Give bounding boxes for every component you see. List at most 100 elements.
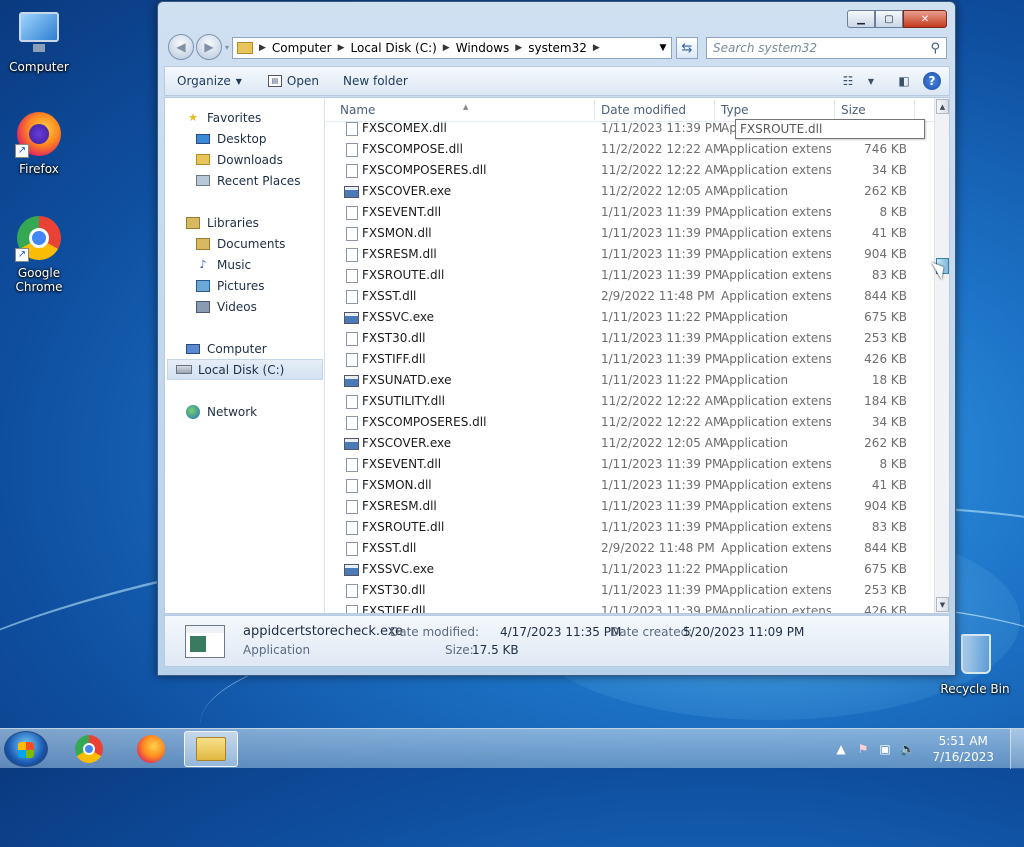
address-bar[interactable]: ▶ Computer ▶ Local Disk (C:) ▶ Windows ▶… (232, 37, 672, 59)
change-view-button[interactable]: ☷ (835, 70, 861, 92)
file-row[interactable]: FXST30.dll 1/11/2023 11:39 PM Application … (326, 580, 934, 601)
back-button[interactable]: ◀ (168, 34, 194, 60)
taskbar-firefox[interactable] (124, 731, 178, 767)
file-type: Application extens... (721, 394, 831, 408)
show-hidden-icons-button[interactable]: ▲ (834, 742, 848, 756)
file-row[interactable]: FXSRESM.dll 1/11/2023 11:39 PM Application… (326, 244, 934, 265)
nav-documents[interactable]: Documents (195, 233, 285, 254)
show-desktop-button[interactable] (1010, 729, 1024, 769)
file-row[interactable]: FXSSVC.exe 1/11/2023 11:22 PM Application 6… (326, 307, 934, 328)
file-row[interactable]: FXSEVENT.dll 1/11/2023 11:39 PM Applicatio… (326, 202, 934, 223)
breadcrumb-system32[interactable]: system32 (528, 41, 587, 55)
file-row[interactable]: FXSUNATD.exe 1/11/2023 11:22 PM Applicatio… (326, 370, 934, 391)
column-header-name[interactable]: Name (340, 103, 375, 117)
file-name: FXSUNATD.exe (362, 373, 452, 387)
refresh-button[interactable]: ⇆ (676, 37, 698, 59)
file-name: FXSCOMPOSERES.dll (362, 163, 487, 177)
address-dropdown-icon[interactable]: ▼ (655, 43, 671, 53)
scroll-down-button[interactable]: ▼ (936, 597, 949, 612)
pictures-icon (195, 279, 211, 293)
nav-libraries[interactable]: Libraries (185, 212, 259, 233)
forward-button[interactable]: ▶ (196, 34, 222, 60)
file-row[interactable]: FXSEVENT.dll 1/11/2023 11:39 PM Applicatio… (326, 454, 934, 475)
column-header-date[interactable]: Date modified (601, 103, 686, 117)
search-icon[interactable]: ⚲ (930, 41, 940, 56)
file-row[interactable]: FXSSVC.exe 1/11/2023 11:22 PM Application 6… (326, 559, 934, 580)
file-date: 1/11/2023 11:39 PM (601, 583, 723, 597)
desktop-icon-computer[interactable]: Computer (0, 8, 78, 74)
maximize-button[interactable]: ▢ (875, 10, 903, 28)
file-row[interactable]: FXSCOMPOSERES.dll 11/2/2022 12:22 AM Appli… (326, 412, 934, 433)
preview-pane-button[interactable]: ◧ (891, 70, 917, 92)
open-button[interactable]: ▤ Open (267, 74, 319, 88)
action-center-icon[interactable]: ⚑ (856, 742, 870, 756)
file-size: 83 KB (871, 520, 907, 534)
file-row[interactable]: FXSMON.dll 1/11/2023 11:39 PM Application … (326, 475, 934, 496)
chevron-right-icon[interactable]: ▶ (259, 43, 266, 53)
breadcrumb-windows[interactable]: Windows (456, 41, 510, 55)
file-name: FXSSVC.exe (362, 310, 435, 324)
nav-videos[interactable]: Videos (195, 296, 257, 317)
nav-desktop[interactable]: Desktop (195, 128, 267, 149)
file-row[interactable]: FXSCOMPOSE.dll 11/2/2022 12:22 AM Applicat… (326, 139, 934, 160)
file-row[interactable]: FXST30.dll 1/11/2023 11:39 PM Application … (326, 328, 934, 349)
vertical-scrollbar[interactable]: ▲ ▼ (934, 98, 949, 613)
file-date: 1/11/2023 11:39 PM (601, 478, 723, 492)
chevron-right-icon[interactable]: ▶ (443, 43, 450, 53)
organize-button[interactable]: Organize ▼ (177, 74, 242, 88)
file-row[interactable]: FXSCOMPOSERES.dll 11/2/2022 12:22 AM Appli… (326, 160, 934, 181)
recent-places-icon (195, 174, 211, 188)
help-button[interactable]: ? (923, 72, 941, 90)
nav-downloads[interactable]: Downloads (195, 149, 283, 170)
file-row[interactable]: FXSTIFF.dll 1/11/2023 11:39 PM Application… (326, 349, 934, 370)
close-button[interactable]: ✕ (903, 10, 947, 28)
file-row[interactable]: FXSUTILITY.dll 11/2/2022 12:22 AM Applicat… (326, 391, 934, 412)
search-input[interactable]: Search system32 ⚲ (706, 37, 947, 59)
file-row[interactable]: FXSROUTE.dll 1/11/2023 11:39 PM Applicatio… (326, 265, 934, 286)
nav-network[interactable]: Network (185, 401, 257, 422)
file-date: 1/11/2023 11:22 PM (601, 562, 723, 576)
breadcrumb-computer[interactable]: Computer (272, 41, 332, 55)
file-type: Application extens... (721, 604, 831, 613)
recent-pages-button[interactable]: ▾ (222, 34, 232, 60)
file-date: 11/2/2022 12:22 AM (601, 163, 724, 177)
file-row[interactable]: FXSMON.dll 1/11/2023 11:39 PM Application … (326, 223, 934, 244)
nav-music[interactable]: ♪ Music (195, 254, 251, 275)
desktop-icon-chrome[interactable]: ↗ Google Chrome (0, 214, 78, 294)
nav-favorites[interactable]: ★ Favorites (185, 107, 261, 128)
new-folder-button[interactable]: New folder (343, 74, 408, 88)
file-type: Application extens... (721, 289, 831, 303)
clock[interactable]: 5:51 AM 7/16/2023 (932, 733, 994, 765)
nav-recent-places[interactable]: Recent Places (195, 170, 300, 191)
column-header-type[interactable]: Type (721, 103, 749, 117)
network-tray-icon[interactable]: ▣ (878, 742, 892, 756)
file-row[interactable]: FXSTIFF.dll 1/11/2023 11:39 PM Application… (326, 601, 934, 613)
file-row[interactable]: FXSST.dll 2/9/2022 11:48 PM Application ex… (326, 538, 934, 559)
view-options-button[interactable]: ▼ (865, 70, 877, 92)
taskbar-explorer[interactable] (184, 731, 238, 767)
nav-local-disk[interactable]: Local Disk (C:) (167, 359, 323, 380)
file-row[interactable]: FXSRESM.dll 1/11/2023 11:39 PM Application… (326, 496, 934, 517)
file-row[interactable]: FXSST.dll 2/9/2022 11:48 PM Application ex… (326, 286, 934, 307)
desktop-icon-firefox[interactable]: ↗ Firefox (0, 110, 78, 176)
chevron-right-icon[interactable]: ▶ (338, 43, 345, 53)
taskbar-chrome[interactable] (62, 731, 116, 767)
minimize-button[interactable]: ▁ (847, 10, 875, 28)
file-row[interactable]: FXSCOVER.exe 11/2/2022 12:05 AM Applicatio… (326, 181, 934, 202)
nav-computer[interactable]: Computer (185, 338, 267, 359)
column-header-size[interactable]: Size (841, 103, 866, 117)
file-row[interactable]: FXSROUTE.dll 1/11/2023 11:39 PM Applicatio… (326, 517, 934, 538)
chevron-right-icon[interactable]: ▶ (593, 43, 600, 53)
nav-pictures[interactable]: Pictures (195, 275, 265, 296)
start-button[interactable] (4, 731, 48, 767)
file-date: 1/11/2023 11:39 PM (601, 457, 723, 471)
file-row[interactable]: FXSCOVER.exe 11/2/2022 12:05 AM Applicatio… (326, 433, 934, 454)
breadcrumb-local-disk[interactable]: Local Disk (C:) (351, 41, 437, 55)
file-size: 253 KB (864, 331, 907, 345)
chevron-right-icon[interactable]: ▶ (515, 43, 522, 53)
dll-file-icon (346, 290, 358, 304)
scroll-up-button[interactable]: ▲ (936, 99, 949, 114)
nav-label: Music (217, 257, 252, 272)
file-name: FXSTIFF.dll (362, 604, 426, 613)
volume-muted-icon[interactable]: 🔈 (900, 742, 915, 756)
